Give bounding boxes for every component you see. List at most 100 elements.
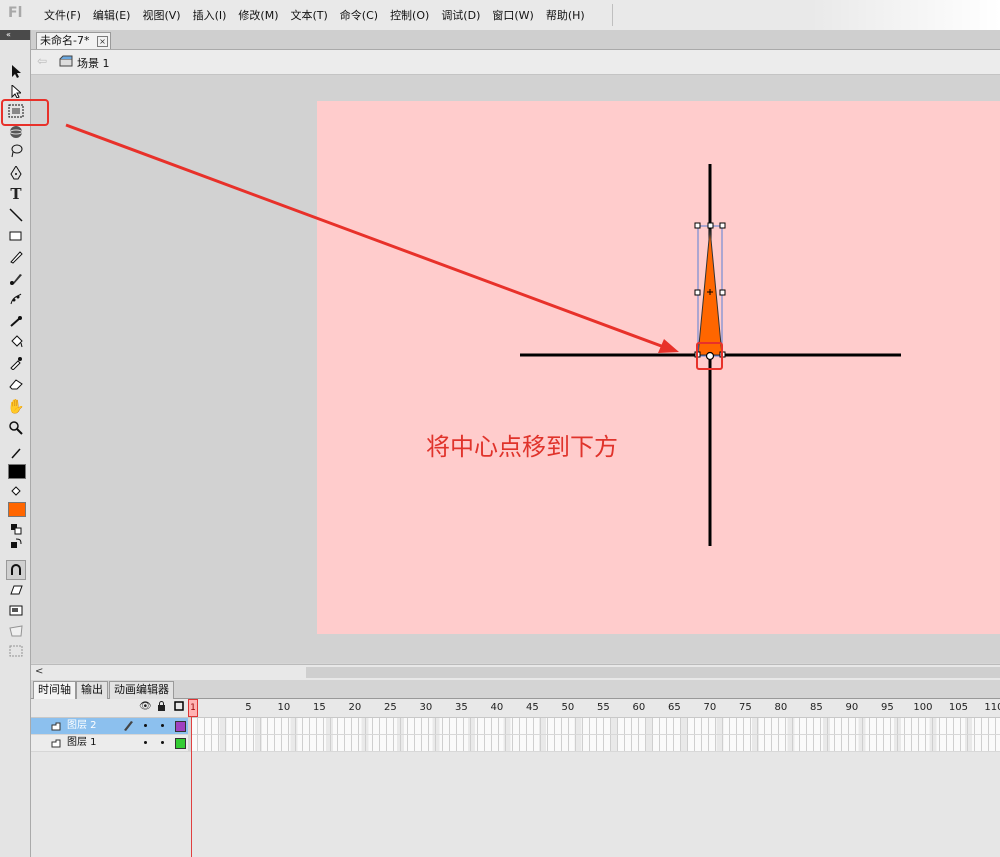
frame-number: 90	[845, 702, 859, 713]
scene-icon	[59, 55, 73, 67]
layer-name-cell[interactable]: 图层 1	[31, 735, 188, 751]
menu-file[interactable]: 文件(F)	[38, 7, 87, 23]
tab-motion-editor[interactable]: 动画编辑器	[109, 681, 174, 699]
toolbox-collapse-icon[interactable]: «	[0, 30, 30, 40]
snap-magnet-icon[interactable]	[6, 560, 26, 580]
frame-number: 45	[526, 702, 539, 713]
frame-number: 35	[455, 702, 468, 713]
stroke-color-swatch[interactable]	[8, 464, 26, 479]
layer-row[interactable]: 图层 2	[31, 718, 1000, 735]
back-arrow-icon: ⇦	[37, 54, 48, 68]
timeline-empty-area	[31, 752, 1000, 857]
swap-colors-icon[interactable]	[7, 534, 25, 552]
menu-edit[interactable]: 编辑(E)	[87, 7, 137, 23]
document-tab-title: 未命名-7*	[40, 34, 90, 47]
pencil-tool-icon[interactable]	[7, 248, 25, 266]
paint-bucket-tool-icon[interactable]	[7, 333, 25, 351]
tab-timeline[interactable]: 时间轴	[33, 681, 76, 699]
eraser-tool-icon[interactable]	[7, 375, 25, 393]
frame-number: 30	[419, 702, 433, 713]
stage[interactable]	[317, 101, 1000, 634]
document-tab[interactable]: 未命名-7* ×	[36, 32, 111, 49]
visibility-dot[interactable]	[144, 724, 147, 727]
frame-number: 80	[774, 702, 788, 713]
3d-rotation-tool-icon[interactable]	[7, 123, 25, 141]
layer-name: 图层 1	[67, 737, 97, 748]
frame-number: 40	[490, 702, 504, 713]
text-tool-icon[interactable]: T	[7, 185, 25, 203]
layer-icon	[51, 721, 61, 731]
zoom-tool-icon[interactable]	[7, 419, 25, 437]
eyedropper-tool-icon[interactable]	[7, 354, 25, 372]
app-logo: Fl	[8, 5, 23, 21]
line-tool-icon[interactable]	[7, 206, 25, 224]
frame-number: 85	[810, 702, 823, 713]
menu-bar: Fl 文件(F) 编辑(E) 视图(V) 插入(I) 修改(M) 文本(T) 命…	[0, 0, 1000, 31]
lock-icon[interactable]	[157, 701, 166, 714]
horizontal-scrollbar[interactable]: <	[31, 664, 1000, 680]
bone-tool-icon[interactable]	[7, 313, 25, 331]
selection-tool-icon[interactable]	[7, 62, 25, 80]
layer-color-swatch[interactable]	[175, 721, 186, 732]
menu-separator	[612, 4, 613, 26]
menu-commands[interactable]: 命令(C)	[334, 7, 384, 23]
frame-number: 10	[277, 702, 291, 713]
tab-output[interactable]: 输出	[76, 681, 108, 699]
menu-items: 文件(F) 编辑(E) 视图(V) 插入(I) 修改(M) 文本(T) 命令(C…	[38, 0, 591, 30]
layer-color-swatch[interactable]	[175, 738, 186, 749]
menu-text[interactable]: 文本(T)	[284, 7, 333, 23]
frame-number: 5	[245, 702, 252, 713]
playhead[interactable]: 1	[188, 699, 198, 717]
menu-insert[interactable]: 插入(I)	[187, 7, 233, 23]
layer-frames[interactable]	[191, 718, 1000, 735]
frame-number: 15	[313, 702, 326, 713]
frame-number: 20	[348, 702, 362, 713]
frame-number: 95	[881, 702, 894, 713]
brush-tool-icon[interactable]	[7, 269, 25, 287]
layer-frames[interactable]	[191, 735, 1000, 752]
menu-fade	[810, 0, 1000, 30]
free-transform-tool-icon[interactable]	[7, 102, 25, 120]
hand-tool-icon[interactable]: ✋	[7, 398, 25, 416]
frame-number: 75	[739, 702, 752, 713]
menu-view[interactable]: 视图(V)	[136, 7, 186, 23]
menu-debug[interactable]: 调试(D)	[435, 7, 486, 23]
frame-number: 70	[703, 702, 717, 713]
scroll-thumb[interactable]	[306, 667, 1000, 678]
deco-tool-icon[interactable]	[7, 290, 25, 308]
layer-name: 图层 2	[67, 720, 97, 731]
subselection-tool-icon[interactable]	[7, 82, 25, 100]
straighten-icon[interactable]	[7, 601, 25, 619]
pen-tool-icon[interactable]	[7, 164, 25, 182]
menu-help[interactable]: 帮助(H)	[540, 7, 591, 23]
fill-color-bucket-icon	[7, 482, 25, 500]
frame-number: 110	[984, 702, 1000, 713]
frame-number: 25	[384, 702, 397, 713]
menu-modify[interactable]: 修改(M)	[232, 7, 284, 23]
stage-caption: 将中心点移到下方	[426, 433, 618, 461]
fill-color-swatch[interactable]	[8, 502, 26, 517]
menu-control[interactable]: 控制(O)	[384, 7, 435, 23]
lasso-tool-icon[interactable]	[7, 142, 25, 160]
layer-row[interactable]: 图层 1	[31, 735, 1000, 752]
layer-name-cell[interactable]: 图层 2	[31, 718, 188, 734]
playhead-line	[191, 716, 192, 857]
skew-icon	[7, 622, 25, 640]
rectangle-tool-icon[interactable]	[7, 227, 25, 245]
frame-number: 105	[948, 702, 968, 713]
lock-dot[interactable]	[161, 741, 164, 744]
smooth-icon[interactable]	[7, 581, 25, 599]
outline-icon[interactable]	[174, 701, 184, 714]
layer-icon	[51, 738, 61, 748]
close-icon[interactable]: ×	[97, 36, 108, 47]
lock-dot[interactable]	[161, 724, 164, 727]
menu-window[interactable]: 窗口(W)	[486, 7, 539, 23]
timeline-tab-bar: 时间轴 输出 动画编辑器	[31, 680, 1000, 699]
eye-icon[interactable]: 👁	[139, 701, 152, 712]
visibility-dot[interactable]	[144, 741, 147, 744]
envelope-icon	[7, 642, 25, 660]
frame-number: 50	[561, 702, 575, 713]
frame-number: 65	[668, 702, 681, 713]
scene-label[interactable]: 场景 1	[77, 55, 110, 71]
scroll-left-icon[interactable]: <	[35, 666, 43, 677]
